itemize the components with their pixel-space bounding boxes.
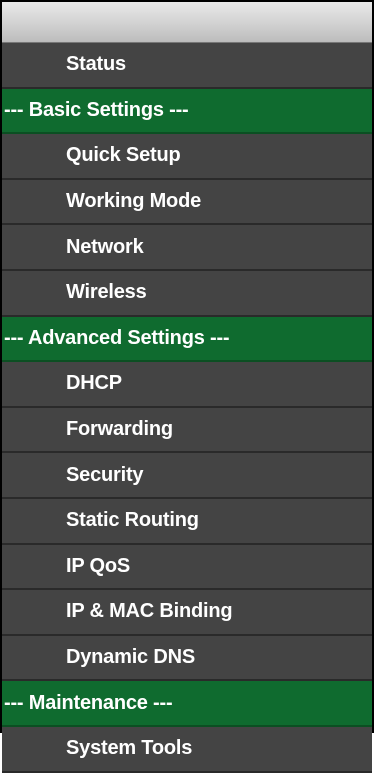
section-header-advanced-settings: --- Advanced Settings --- (2, 316, 372, 363)
nav-item-ip-mac-binding[interactable]: IP & MAC Binding (2, 590, 372, 636)
nav-item-working-mode[interactable]: Working Mode (2, 179, 372, 226)
nav-item-wireless[interactable]: Wireless (2, 270, 372, 317)
nav-item-dynamic-dns[interactable]: Dynamic DNS (2, 635, 372, 682)
nav-item-system-tools[interactable]: System Tools (2, 726, 372, 773)
sidebar-header (2, 2, 372, 43)
navigation-sidebar: Status --- Basic Settings --- Quick Setu… (0, 0, 374, 773)
nav-item-ip-qos[interactable]: IP QoS (2, 544, 372, 591)
nav-item-quick-setup[interactable]: Quick Setup (2, 134, 372, 180)
nav-item-security[interactable]: Security (2, 453, 372, 499)
section-header-basic-settings: --- Basic Settings --- (2, 88, 372, 135)
nav-menu: Status --- Basic Settings --- Quick Setu… (2, 43, 372, 773)
nav-item-network[interactable]: Network (2, 225, 372, 271)
nav-item-dhcp[interactable]: DHCP (2, 362, 372, 408)
nav-item-forwarding[interactable]: Forwarding (2, 407, 372, 454)
nav-item-status[interactable]: Status (2, 43, 372, 89)
nav-item-static-routing[interactable]: Static Routing (2, 498, 372, 545)
section-header-maintenance: --- Maintenance --- (2, 681, 372, 727)
